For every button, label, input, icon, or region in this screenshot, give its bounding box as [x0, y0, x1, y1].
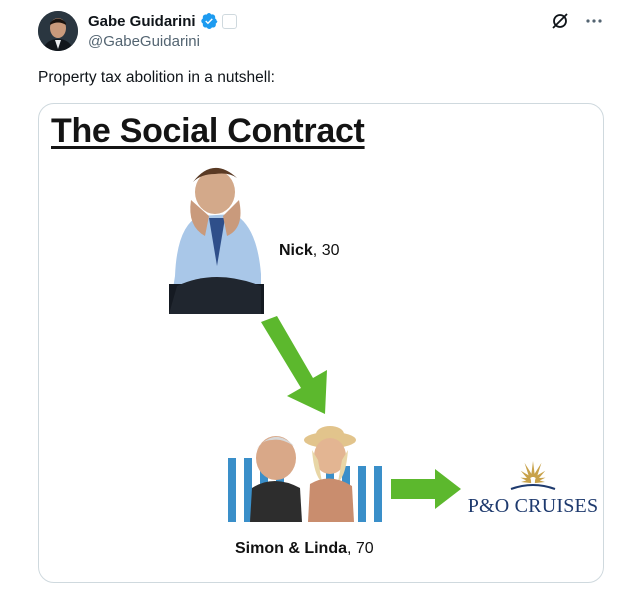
stressed-man-photo	[169, 156, 264, 314]
cruise-brand-text: P&O CRUISES	[467, 495, 599, 517]
affiliate-badge-icon[interactable]	[221, 13, 237, 29]
cruise-logo: P&O CRUISES	[467, 459, 599, 521]
more-icon[interactable]	[583, 10, 605, 32]
tweet-card: Gabe Guidarini @GabeGuidarini Property t…	[0, 0, 627, 597]
post-text: Property tax abolition in a nutshell:	[38, 69, 275, 86]
couple-photo	[222, 426, 392, 522]
nick-name: Nick	[279, 242, 313, 259]
couple-label: Simon & Linda, 70	[235, 540, 374, 558]
nick-label: Nick, 30	[279, 242, 339, 260]
author-handle[interactable]: @GabeGuidarini	[88, 33, 200, 50]
avatar-image	[38, 11, 78, 51]
couple-names: Simon & Linda	[235, 540, 347, 557]
verified-badge-icon[interactable]	[200, 12, 218, 30]
sunburst-icon	[510, 461, 556, 490]
green-arrow-down	[261, 316, 327, 414]
crescent-icon	[226, 16, 231, 26]
author-name[interactable]: Gabe Guidarini	[88, 13, 196, 30]
couple-age: , 70	[347, 540, 374, 557]
grok-icon[interactable]	[549, 10, 571, 32]
meme-title: The Social Contract	[51, 112, 365, 150]
avatar[interactable]	[38, 11, 78, 51]
post-actions	[549, 10, 605, 32]
post-media[interactable]: The Social Contract Nick, 30 P&O CRUISES…	[38, 103, 604, 583]
author-row: Gabe Guidarini	[88, 12, 237, 30]
nick-age: , 30	[312, 242, 340, 259]
green-arrow-right	[391, 469, 461, 509]
